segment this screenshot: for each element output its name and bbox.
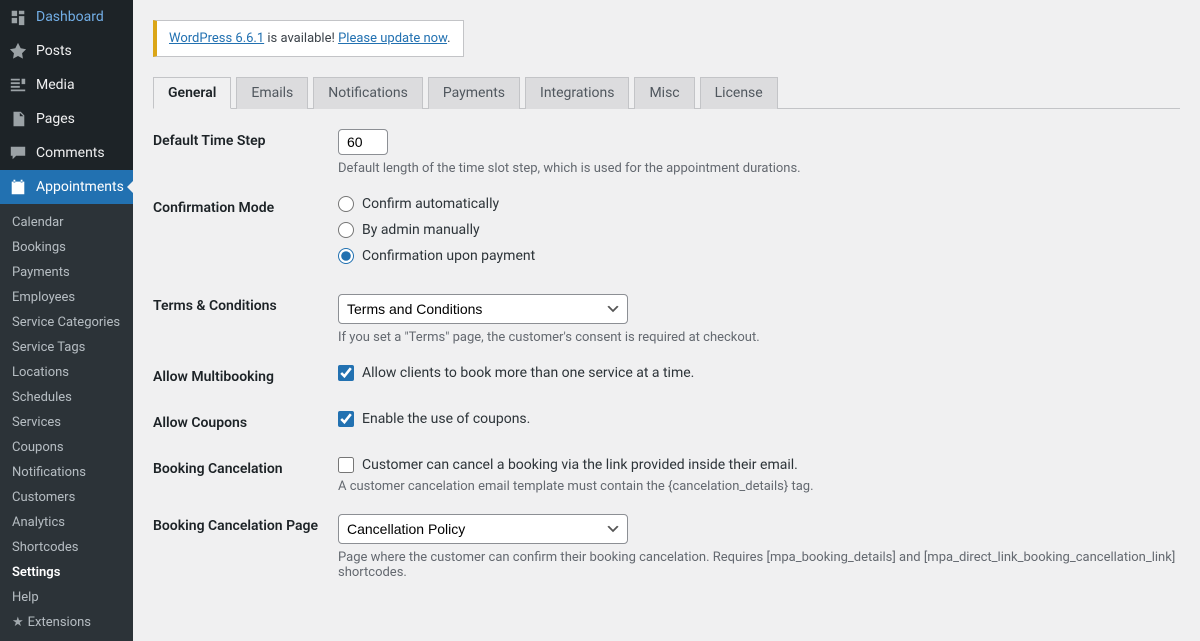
sidebar-sub-employees[interactable]: Employees	[0, 285, 133, 310]
sidebar-sub-services[interactable]: Services	[0, 410, 133, 435]
pages-icon	[8, 109, 28, 129]
checkbox-label-cancelation[interactable]: Customer can cancel a booking via the li…	[362, 457, 798, 473]
radio-label-confirm-manual[interactable]: By admin manually	[362, 222, 480, 238]
settings-tabs: General Emails Notifications Payments In…	[153, 77, 1180, 109]
update-notice: WordPress 6.6.1 is available! Please upd…	[153, 20, 464, 57]
tab-payments[interactable]: Payments	[428, 77, 520, 109]
sidebar-sub-locations[interactable]: Locations	[0, 360, 133, 385]
sidebar-item-label: Comments	[36, 145, 105, 161]
sidebar-sub-shortcodes[interactable]: Shortcodes	[0, 535, 133, 560]
media-icon	[8, 75, 28, 95]
checkbox-coupons[interactable]	[338, 411, 354, 427]
sidebar-sub-calendar[interactable]: Calendar	[0, 210, 133, 235]
label-coupons: Allow Coupons	[153, 411, 338, 431]
sidebar-item-label: Pages	[36, 111, 75, 127]
row-confirmation: Confirmation Mode Confirm automatically …	[153, 196, 1180, 274]
row-cancelation-page: Booking Cancelation Page Cancellation Po…	[153, 514, 1180, 580]
sidebar-submenu: Calendar Bookings Payments Employees Ser…	[0, 204, 133, 641]
desc-cancelation-page: Page where the customer can confirm thei…	[338, 550, 1180, 580]
sidebar-item-dashboard[interactable]: Dashboard	[0, 0, 133, 34]
label-time-step: Default Time Step	[153, 129, 338, 149]
label-multibooking: Allow Multibooking	[153, 365, 338, 385]
sidebar-item-comments[interactable]: Comments	[0, 136, 133, 170]
checkbox-label-coupons[interactable]: Enable the use of coupons.	[362, 411, 530, 427]
checkbox-cancelation[interactable]	[338, 457, 354, 473]
sidebar-sub-customers[interactable]: Customers	[0, 485, 133, 510]
sidebar-item-appointments[interactable]: Appointments	[0, 170, 133, 204]
star-icon: ★	[12, 615, 24, 630]
checkbox-multibooking[interactable]	[338, 365, 354, 381]
radio-label-confirm-auto[interactable]: Confirm automatically	[362, 196, 499, 212]
sidebar-item-label: Appointments	[36, 179, 124, 195]
row-terms: Terms & Conditions Terms and Conditions …	[153, 294, 1180, 345]
tab-integrations[interactable]: Integrations	[525, 77, 629, 109]
label-terms: Terms & Conditions	[153, 294, 338, 314]
sidebar-sub-service-tags[interactable]: Service Tags	[0, 335, 133, 360]
desc-cancelation: A customer cancelation email template mu…	[338, 479, 1180, 494]
checkbox-label-multibooking[interactable]: Allow clients to book more than one serv…	[362, 365, 694, 381]
sidebar-sub-notifications[interactable]: Notifications	[0, 460, 133, 485]
admin-sidebar: Dashboard Posts Media Pages Comments App…	[0, 0, 133, 641]
row-cancelation: Booking Cancelation Customer can cancel …	[153, 457, 1180, 494]
comments-icon	[8, 143, 28, 163]
label-cancelation-page: Booking Cancelation Page	[153, 514, 338, 534]
sidebar-sub-schedules[interactable]: Schedules	[0, 385, 133, 410]
dashboard-icon	[8, 7, 28, 27]
notice-text: is available!	[264, 31, 338, 46]
select-terms[interactable]: Terms and Conditions	[338, 294, 628, 324]
tab-notifications[interactable]: Notifications	[313, 77, 423, 109]
row-multibooking: Allow Multibooking Allow clients to book…	[153, 365, 1180, 391]
tab-emails[interactable]: Emails	[236, 77, 308, 109]
sidebar-item-media[interactable]: Media	[0, 68, 133, 102]
sidebar-sub-coupons[interactable]: Coupons	[0, 435, 133, 460]
label-cancelation: Booking Cancelation	[153, 457, 338, 477]
desc-time-step: Default length of the time slot step, wh…	[338, 161, 1180, 176]
calendar-icon	[8, 177, 28, 197]
sidebar-item-posts[interactable]: Posts	[0, 34, 133, 68]
sidebar-sub-analytics[interactable]: Analytics	[0, 510, 133, 535]
tab-license[interactable]: License	[700, 77, 778, 109]
radio-confirm-manual[interactable]	[338, 222, 354, 238]
row-coupons: Allow Coupons Enable the use of coupons.	[153, 411, 1180, 437]
row-time-step: Default Time Step Default length of the …	[153, 129, 1180, 176]
radio-label-confirm-payment[interactable]: Confirmation upon payment	[362, 248, 535, 264]
update-now-link[interactable]: Please update now	[338, 31, 447, 46]
select-cancelation-page[interactable]: Cancellation Policy	[338, 514, 628, 544]
tab-general[interactable]: General	[153, 77, 231, 109]
main-content: WordPress 6.6.1 is available! Please upd…	[133, 0, 1200, 641]
desc-terms: If you set a "Terms" page, the customer'…	[338, 330, 1180, 345]
sidebar-sub-settings[interactable]: Settings	[0, 560, 133, 585]
wordpress-version-link[interactable]: WordPress 6.6.1	[169, 31, 264, 46]
sidebar-item-label: Media	[36, 77, 75, 93]
input-time-step[interactable]	[338, 129, 388, 155]
sidebar-sub-bookings[interactable]: Bookings	[0, 235, 133, 260]
sidebar-sub-payments[interactable]: Payments	[0, 260, 133, 285]
sidebar-sub-extensions[interactable]: ★Extensions	[0, 610, 133, 635]
radio-confirm-payment[interactable]	[338, 248, 354, 264]
tab-misc[interactable]: Misc	[634, 77, 694, 109]
pin-icon	[8, 41, 28, 61]
radio-confirm-auto[interactable]	[338, 196, 354, 212]
sidebar-item-label: Dashboard	[36, 9, 104, 25]
label-confirmation: Confirmation Mode	[153, 196, 338, 216]
sidebar-item-label: Posts	[36, 43, 72, 59]
sidebar-item-pages[interactable]: Pages	[0, 102, 133, 136]
sidebar-sub-service-categories[interactable]: Service Categories	[0, 310, 133, 335]
